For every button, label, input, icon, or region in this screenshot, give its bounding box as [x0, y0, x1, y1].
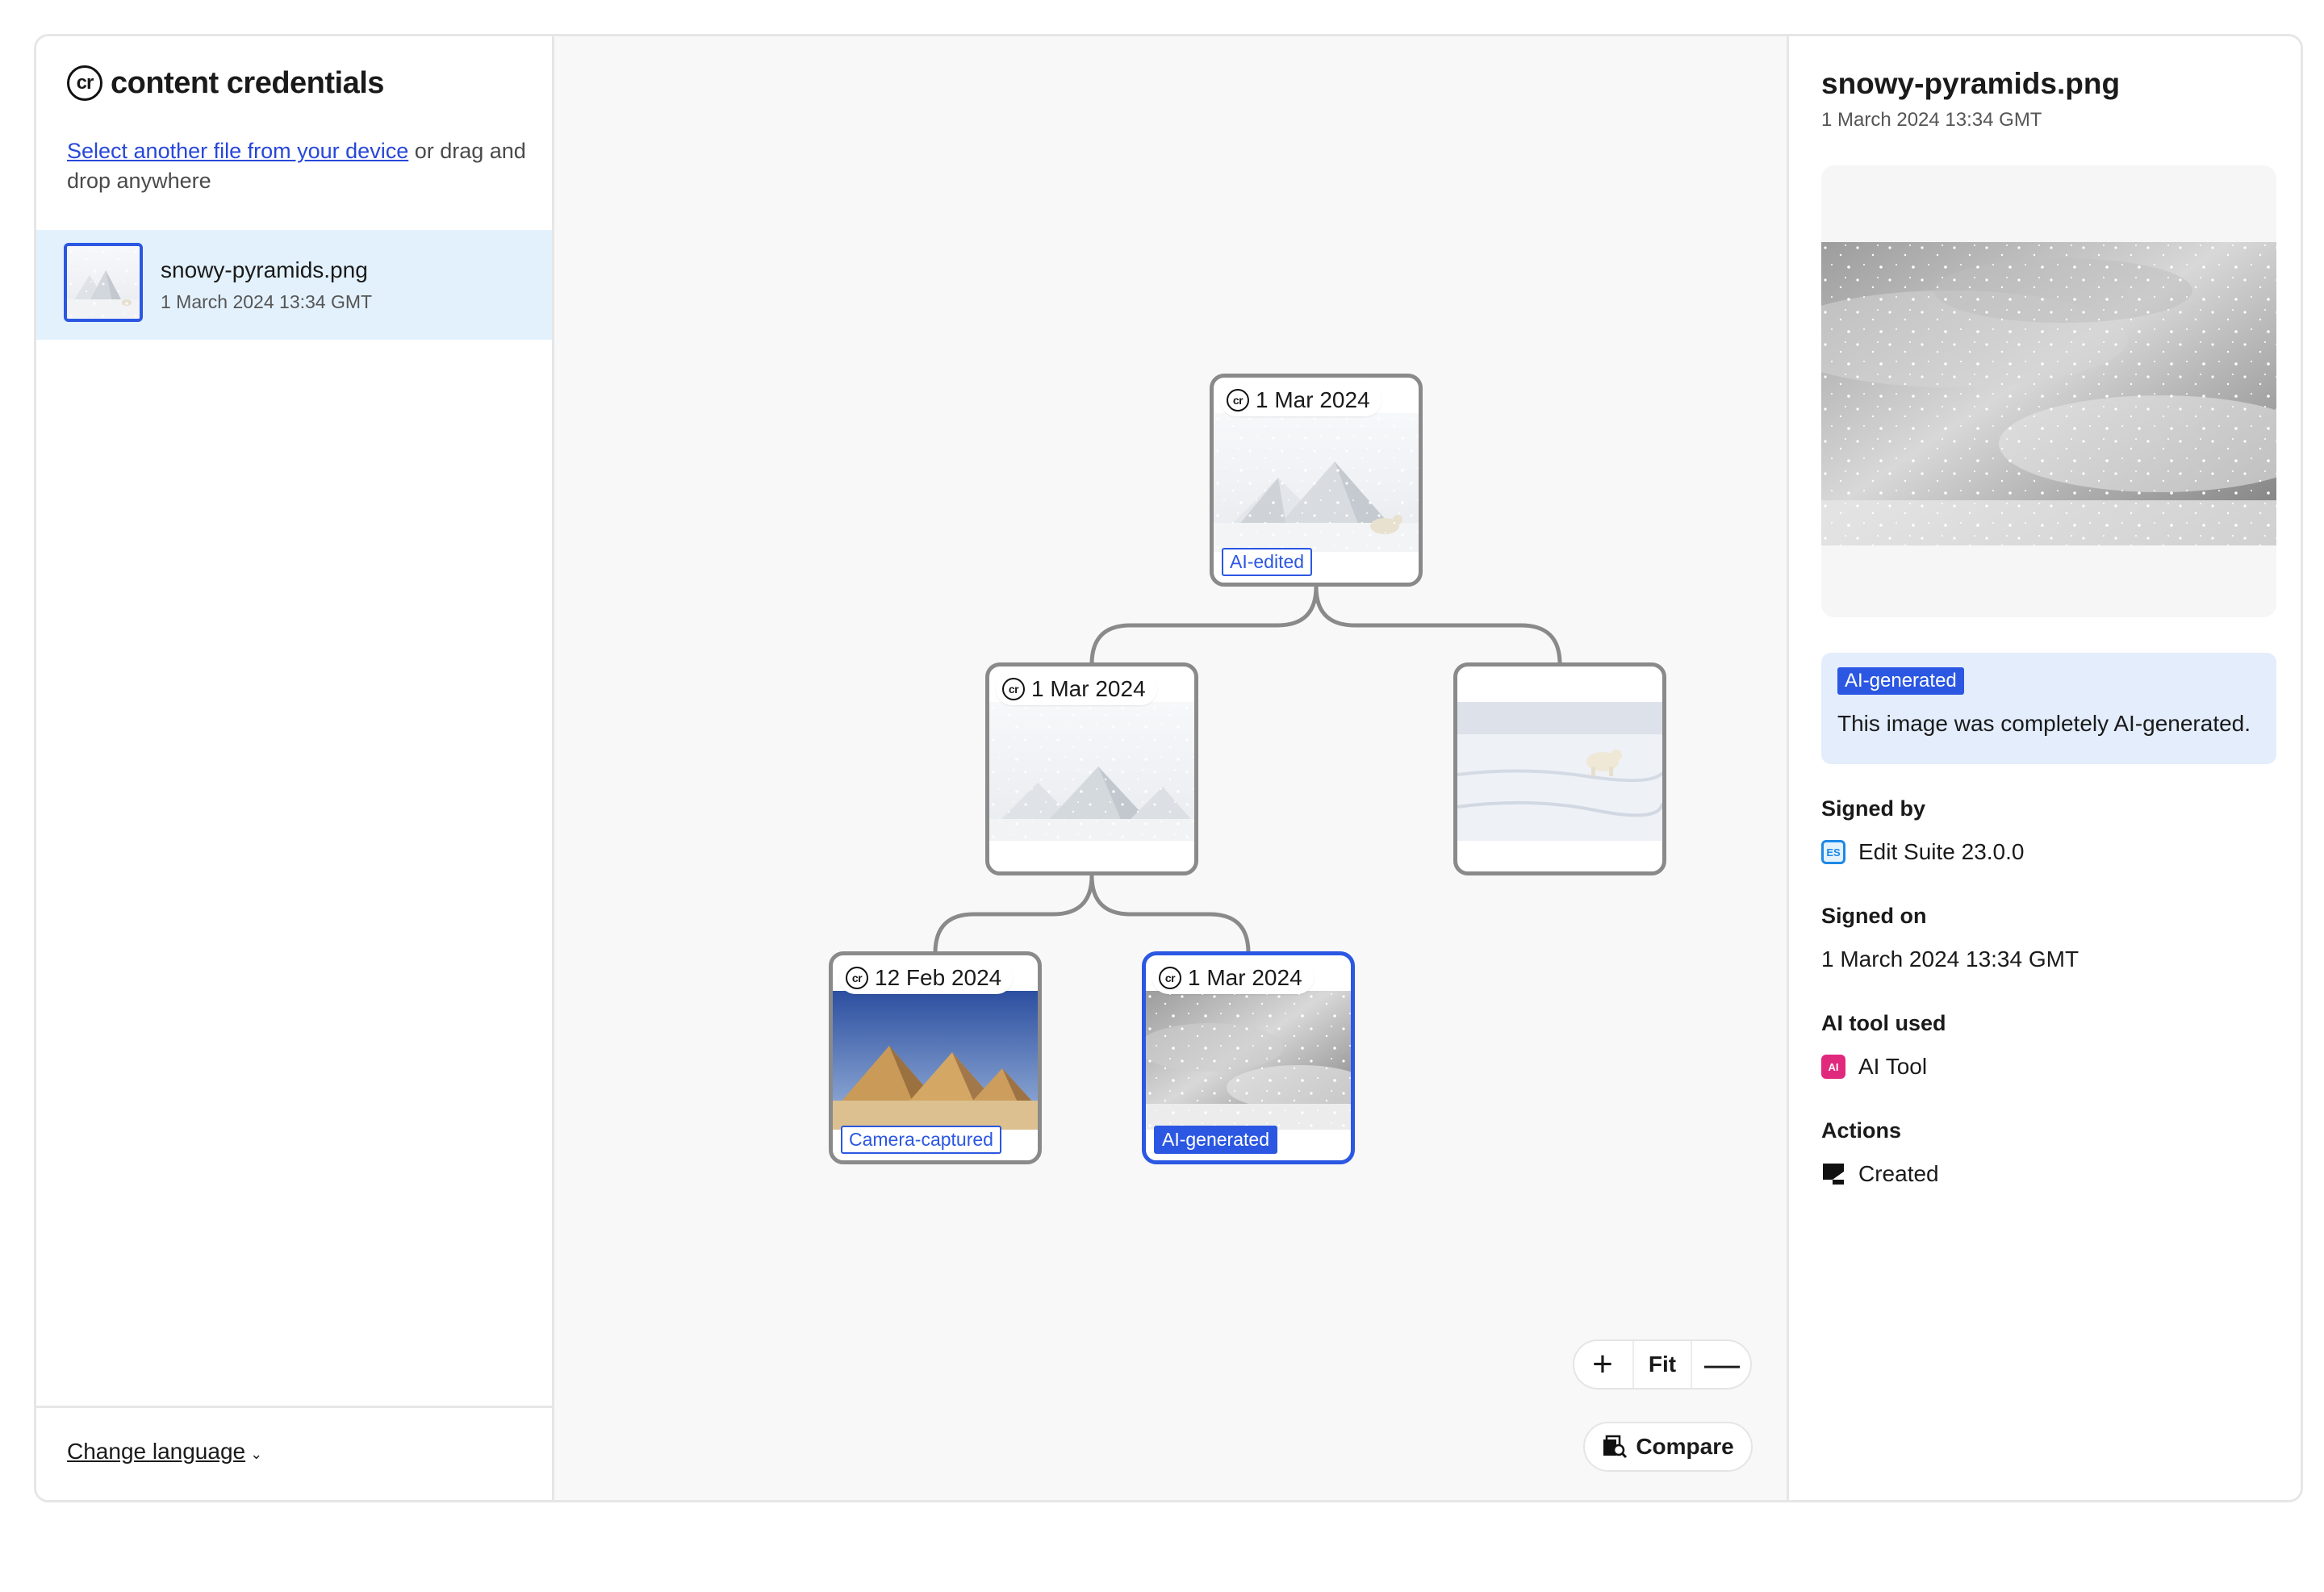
ai-tool-value: AI AI Tool	[1821, 1054, 1927, 1080]
details-title: snowy-pyramids.png	[1821, 67, 2121, 100]
node-image-snow-pyramids	[989, 702, 1194, 841]
tree-node-polar-bear[interactable]	[1453, 662, 1666, 875]
fit-button[interactable]: Fit	[1632, 1341, 1693, 1388]
node-date: cr 1 Mar 2024	[1152, 962, 1314, 994]
drop-hint: Select another file from your device or …	[67, 136, 535, 196]
sidebar: cr content credentials Select another fi…	[36, 36, 554, 1500]
tree-node-ingredient-pyramids[interactable]: cr 1 Mar 2024	[985, 662, 1198, 875]
file-list-item-selected[interactable]: snowy-pyramids.png 1 March 2024 13:34 GM…	[36, 230, 552, 340]
ai-generated-tag: AI-generated	[1154, 1126, 1277, 1154]
zoom-in-button[interactable]: +	[1574, 1341, 1631, 1388]
node-date-text: 12 Feb 2024	[875, 965, 1002, 990]
signed-on-label: Signed on	[1821, 904, 1927, 928]
signed-by-text: Edit Suite 23.0.0	[1858, 839, 2025, 864]
cr-badge-icon: cr	[1002, 678, 1025, 700]
signed-on-value: 1 March 2024 13:34 GMT	[1821, 946, 2079, 971]
ai-generated-description: This image was completely AI-generated.	[1837, 711, 2251, 736]
node-date-text: 1 Mar 2024	[1188, 965, 1302, 990]
tree-node-root[interactable]: cr 1 Mar 2024 AI-edited	[1210, 374, 1423, 587]
node-date: cr 1 Mar 2024	[1220, 384, 1381, 416]
compare-icon	[1603, 1435, 1628, 1459]
change-language-label: Change language	[67, 1439, 246, 1464]
node-date-text: 1 Mar 2024	[1031, 676, 1146, 701]
node-image-snowstorm	[1146, 991, 1351, 1130]
cr-badge-icon: cr	[1159, 967, 1181, 989]
preview-image-snowstorm	[1821, 242, 2276, 545]
zoom-controls: + Fit —	[1573, 1339, 1752, 1389]
node-image-snowy-pyramids	[1214, 413, 1419, 552]
details-preview	[1821, 165, 2276, 617]
action-created: Created	[1821, 1161, 1939, 1187]
camera-captured-tag: Camera-captured	[841, 1126, 1001, 1154]
signed-by-label: Signed by	[1821, 796, 1926, 821]
node-image-desert-pyramids	[833, 991, 1038, 1130]
ai-generated-badge: AI-generated	[1837, 667, 1964, 695]
brand-name: content credentials	[111, 65, 384, 100]
cr-badge-icon: cr	[1227, 389, 1249, 412]
file-thumbnail	[64, 243, 143, 322]
change-language-button[interactable]: Change language ⌄	[67, 1439, 262, 1465]
file-name: snowy-pyramids.png	[161, 257, 368, 282]
signed-by-value: ES Edit Suite 23.0.0	[1821, 839, 2024, 865]
cr-badge-icon: cr	[846, 967, 868, 989]
edit-suite-icon: ES	[1821, 840, 1845, 864]
node-date: cr 1 Mar 2024	[996, 673, 1157, 705]
zoom-out-button[interactable]: —	[1694, 1341, 1750, 1388]
brand: cr content credentials	[67, 65, 384, 101]
ai-tool-text: AI Tool	[1858, 1054, 1928, 1079]
compare-button[interactable]: Compare	[1583, 1422, 1753, 1472]
node-date-text: 1 Mar 2024	[1256, 387, 1370, 412]
ai-edited-tag: AI-edited	[1222, 548, 1313, 576]
ai-generated-summary: AI-generated This image was completely A…	[1821, 653, 2276, 764]
actions-label: Actions	[1821, 1118, 1902, 1143]
details-panel: snowy-pyramids.png 1 March 2024 13:34 GM…	[1787, 36, 2301, 1500]
node-image-polar-bear	[1457, 702, 1662, 841]
tree-node-desert-pyramids[interactable]: cr 12 Feb 2024 Camera-captured	[829, 951, 1042, 1164]
app-window: cr content credentials Select another fi…	[34, 34, 2303, 1502]
cr-logo-icon: cr	[67, 65, 102, 101]
ai-tool-icon: AI	[1821, 1055, 1845, 1079]
details-date: 1 March 2024 13:34 GMT	[1821, 109, 2042, 131]
sidebar-footer: Change language ⌄	[36, 1406, 552, 1500]
chevron-down-icon: ⌄	[250, 1446, 263, 1462]
file-date: 1 March 2024 13:34 GMT	[161, 291, 373, 312]
ai-tool-label: AI tool used	[1821, 1011, 1946, 1035]
created-icon	[1823, 1164, 1844, 1185]
compare-label: Compare	[1636, 1434, 1734, 1459]
node-date: cr 12 Feb 2024	[839, 962, 1014, 994]
provenance-canvas[interactable]: cr 1 Mar 2024 AI-edited cr 1 Mar 2024 cr…	[554, 36, 1787, 1500]
tree-node-ai-generated-selected[interactable]: cr 1 Mar 2024 AI-generated	[1142, 951, 1355, 1164]
select-file-link[interactable]: Select another file from your device	[67, 139, 408, 163]
action-created-text: Created	[1858, 1161, 1939, 1186]
